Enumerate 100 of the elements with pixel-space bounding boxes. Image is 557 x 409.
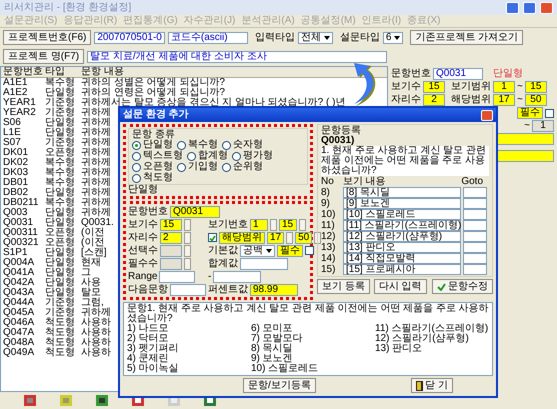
count-field[interactable]: 15 xyxy=(423,81,445,93)
preview-line: 1) 나드모 xyxy=(127,324,170,334)
type-radio[interactable]: 단일형 xyxy=(132,140,173,150)
goto-field[interactable] xyxy=(463,242,487,253)
input-field[interactable]: 15 xyxy=(279,218,297,230)
action-button[interactable]: 다시 입력 xyxy=(374,279,427,294)
input-field[interactable]: 2 xyxy=(160,232,182,244)
table-cell-text: 기준형 xyxy=(45,98,76,108)
type-radio[interactable]: 합계형 xyxy=(187,151,228,161)
goto-field[interactable] xyxy=(463,198,487,209)
option-text-field[interactable]: [12] 스필라기(샴푸형) xyxy=(343,231,461,242)
table-cell-text: Q0031 xyxy=(2,218,34,228)
required-checkbox[interactable] xyxy=(305,246,314,255)
question-number-field[interactable]: Q0031 xyxy=(170,206,220,218)
input-field[interactable]: 98.99 xyxy=(250,284,298,296)
option-text-field[interactable]: [10] 스필로레드 xyxy=(343,209,461,220)
goto-field[interactable] xyxy=(463,220,487,231)
project-number-field[interactable]: 2007070501-0 xyxy=(94,32,165,44)
caret-icon xyxy=(394,36,400,40)
input-field[interactable]: 1 xyxy=(250,218,268,230)
action-button[interactable]: 보기 등록 xyxy=(317,279,370,294)
input-field[interactable] xyxy=(240,258,288,270)
goto-field[interactable] xyxy=(463,253,487,264)
range-from-field[interactable]: 1 xyxy=(493,81,515,93)
close-button[interactable] xyxy=(540,2,553,14)
default-select[interactable]: 공백 xyxy=(240,244,275,256)
field-label: Range xyxy=(128,272,158,282)
input-field[interactable] xyxy=(213,270,262,282)
spin-button[interactable] xyxy=(286,232,294,244)
table-cell-text: YEAR2 xyxy=(2,108,37,118)
table-cell-text: Q043A xyxy=(2,288,36,298)
input-field[interactable] xyxy=(159,270,196,282)
spin-button[interactable] xyxy=(184,232,191,244)
question-number-field[interactable]: Q0031 xyxy=(433,68,483,80)
option-text-field[interactable]: [15] 프로페시아 xyxy=(343,264,461,275)
option-number: 15) xyxy=(321,264,336,274)
type-radio[interactable]: 평가형 xyxy=(232,151,273,161)
table-cell: (이전 xyxy=(81,238,104,248)
table-cell: 귀하께 xyxy=(81,138,111,148)
field-label: 자리수 xyxy=(128,232,158,242)
range-end-field[interactable]: 1 xyxy=(532,120,554,132)
option-number: 13) xyxy=(321,242,336,252)
action-button[interactable]: 문항수정 xyxy=(432,279,493,294)
spin-button[interactable] xyxy=(270,218,277,230)
count-field[interactable]: 2 xyxy=(423,94,445,106)
code-field[interactable]: 코드수(ascii) xyxy=(168,32,248,44)
type-radio[interactable]: 복수형 xyxy=(177,140,218,150)
preview-line: 8) 목시딜 xyxy=(251,344,294,354)
range-checkbox[interactable] xyxy=(208,233,217,242)
type-radio[interactable]: 기입형 xyxy=(177,162,218,172)
table-cell-text: 기준형 xyxy=(45,138,76,148)
table-cell: 귀하께 xyxy=(81,208,111,218)
type-radio[interactable]: 텍스트형 xyxy=(132,151,183,161)
goto-field[interactable] xyxy=(463,187,487,198)
type-radio[interactable]: 척도형 xyxy=(132,173,173,183)
input-field[interactable] xyxy=(170,284,206,296)
table-cell-text: 단일형 xyxy=(45,188,76,198)
type-radio[interactable]: 순위형 xyxy=(222,162,263,172)
action-button[interactable]: 닫 기 xyxy=(411,378,453,393)
option-text-field[interactable]: [8] 목시딜 xyxy=(343,187,461,198)
option-text-field[interactable]: [9] 보노겐 xyxy=(343,198,461,209)
input-field[interactable]: 50 xyxy=(295,232,312,244)
range-to-field[interactable]: 15 xyxy=(524,81,547,93)
input-field[interactable]: 15 xyxy=(160,218,182,230)
survey-type-select[interactable]: 6 xyxy=(382,32,404,44)
type-radio[interactable]: 숫자형 xyxy=(222,140,263,150)
input-type-select[interactable]: 전체 xyxy=(298,32,333,44)
goto-field[interactable] xyxy=(463,264,487,275)
minimize-button[interactable] xyxy=(506,2,519,14)
action-button[interactable]: 문항/보기등록 xyxy=(243,378,316,393)
goto-field[interactable] xyxy=(463,231,487,242)
range-from-field[interactable]: 17 xyxy=(493,94,515,106)
type-radio[interactable]: 오픈형 xyxy=(132,162,173,172)
table-cell: (이전 xyxy=(81,228,104,238)
group-legend: 문항등록 xyxy=(321,126,489,136)
table-cell-text: DK03 xyxy=(2,168,30,178)
import-project-button[interactable]: 기존프로젝트 가져오기 xyxy=(410,30,524,45)
project-number-button[interactable]: 프로젝트번호(F6) xyxy=(3,30,92,45)
goto-field[interactable] xyxy=(463,209,487,220)
spin-button[interactable] xyxy=(184,244,191,256)
table-cell: [스캔] xyxy=(81,248,107,258)
close-button[interactable] xyxy=(481,110,493,120)
table-cell-text: 단일형 xyxy=(45,118,76,128)
table-cell: 귀하께 xyxy=(81,118,111,128)
number-label: 문항번호 xyxy=(391,69,431,79)
field-label: 퍼센트값 xyxy=(208,284,248,294)
option-text-field[interactable]: [14] 직접모발력 xyxy=(343,253,461,264)
option-text-field[interactable]: [13] 판디오 xyxy=(343,242,461,253)
spin-button[interactable] xyxy=(184,218,191,230)
preview-line: 6) 모미포 xyxy=(251,324,293,334)
required-checkbox[interactable] xyxy=(545,108,554,118)
spin-button[interactable] xyxy=(184,258,191,270)
input-field[interactable]: 17 xyxy=(267,232,284,244)
maximize-button[interactable] xyxy=(523,2,536,14)
range-to-field[interactable]: 50 xyxy=(524,94,547,106)
project-name-field[interactable]: 탈모 치료/개선 제품에 대한 소비자 조사 xyxy=(87,50,388,62)
table-cell-text: S06 xyxy=(2,118,22,128)
option-text-field[interactable]: [11] 스필라기(스프레이형) xyxy=(343,220,461,231)
spin-button[interactable] xyxy=(299,218,306,230)
project-name-button[interactable]: 프로젝트 명(F7) xyxy=(3,49,84,64)
